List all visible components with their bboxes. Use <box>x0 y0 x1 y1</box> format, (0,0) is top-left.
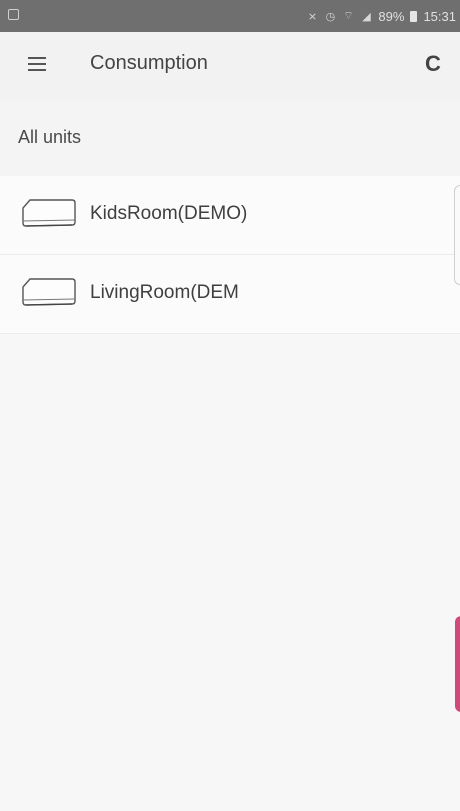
status-icons: ⨯ ◷ ⌔ ◢ 89% 15:31 <box>306 0 456 32</box>
status-bar: ⨯ ◷ ⌔ ◢ 89% 15:31 <box>0 0 460 32</box>
alarm-icon: ◷ <box>325 10 336 23</box>
notification-icon <box>8 9 19 20</box>
unit-name: LivingRoom(DEM <box>90 282 239 303</box>
side-panel-edge[interactable] <box>454 185 460 285</box>
battery-percent: 89% <box>378 8 405 24</box>
air-conditioner-icon <box>22 278 76 306</box>
wifi-icon: ⌔ <box>343 10 354 22</box>
unit-row-kidsroom[interactable]: KidsRoom(DEMO) <box>0 176 460 255</box>
menu-icon[interactable] <box>28 57 46 71</box>
empty-content-area <box>0 334 460 811</box>
app-bar: Consumption C <box>0 32 460 100</box>
section-header: All units <box>0 100 460 176</box>
floating-action-edge[interactable] <box>455 616 460 712</box>
unit-name: KidsRoom(DEMO) <box>90 203 248 224</box>
mute-icon: ⨯ <box>307 10 318 23</box>
refresh-icon[interactable]: C <box>420 49 446 79</box>
signal-icon: ◢ <box>362 10 371 23</box>
app-screen: ⨯ ◷ ⌔ ◢ 89% 15:31 Consumption C All unit… <box>0 0 460 811</box>
page-title: Consumption <box>90 52 208 74</box>
section-title: All units <box>18 127 82 147</box>
unit-row-livingroom[interactable]: LivingRoom(DEM <box>0 255 460 334</box>
status-time: 15:31 <box>423 8 456 24</box>
battery-icon <box>410 10 418 22</box>
air-conditioner-icon <box>22 199 76 227</box>
